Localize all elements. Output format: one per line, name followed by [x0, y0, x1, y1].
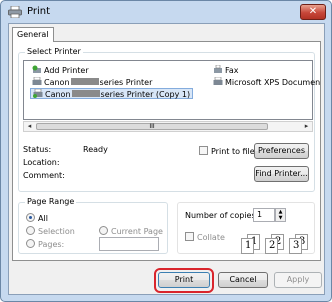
comment-label: Comment: [23, 171, 65, 180]
current-page-label: Current Page [111, 227, 163, 236]
page-range-label: Page Range [25, 197, 77, 206]
radio-icon[interactable] [26, 239, 35, 248]
dialog-body: General Select Printer Add Printer Canon… [8, 23, 325, 295]
pages-label: Pages: [38, 240, 65, 249]
all-label: All [38, 214, 48, 223]
location-label: Location: [23, 158, 60, 167]
selection-label: Selection [38, 227, 75, 236]
copies-spinner[interactable]: ▲ ▼ [275, 208, 286, 222]
printer-list[interactable]: Add Printer Canon series Printer Canon ser… [23, 60, 320, 120]
collate-page-icon: 1 [241, 238, 254, 254]
radio-icon[interactable] [26, 226, 35, 235]
printer-name: Add Printer [44, 66, 89, 75]
scroll-grip-icon: III [149, 123, 155, 130]
redacted-model [70, 78, 99, 85]
copies-input[interactable]: 1 [253, 208, 275, 222]
copies-value: 1 [257, 210, 263, 219]
close-icon: ✕ [308, 6, 318, 17]
pages-radio[interactable]: Pages: [26, 239, 64, 249]
title-bar[interactable]: Print ✕ [1, 1, 331, 23]
print-dialog: Print ✕ General Select Printer Add Print… [0, 0, 332, 302]
status-label: Status: [23, 145, 52, 154]
printer-item-canon[interactable]: Canon series Printer [32, 77, 152, 88]
preferences-button[interactable]: Preferences [254, 143, 309, 159]
general-tab-panel: Select Printer Add Printer Canon series P… [12, 41, 321, 261]
printer-item-canon-copy-1[interactable]: Canon series Printer (Copy 1) [30, 88, 194, 99]
find-printer-button[interactable]: Find Printer... [254, 166, 309, 182]
print-to-file-label: Print to file [211, 147, 255, 156]
selection-radio[interactable]: Selection [26, 226, 75, 236]
print-button[interactable]: Print [158, 272, 210, 288]
scroll-right-icon[interactable]: ▸ [301, 122, 312, 131]
printer-name-suffix: series Printer (Copy 1) [100, 90, 191, 99]
collate-checkbox[interactable]: Collate [185, 232, 225, 242]
printer-icon [213, 77, 223, 85]
status-value: Ready [83, 145, 108, 154]
print-to-file-check-icon[interactable] [199, 146, 208, 155]
cancel-button[interactable]: Cancel [218, 272, 268, 288]
printer-name-prefix: Canon [44, 78, 70, 87]
redacted-model [71, 90, 100, 97]
pages-input[interactable] [99, 237, 159, 251]
fax-icon [214, 65, 222, 73]
apply-button[interactable]: Apply [274, 272, 322, 288]
printer-item-fax[interactable]: Fax [213, 65, 239, 76]
radio-icon[interactable] [99, 226, 108, 235]
printer-name-suffix: series Printer [99, 78, 153, 87]
printer-item-add-printer[interactable]: Add Printer [32, 65, 89, 76]
printer-name-prefix: Canon [45, 90, 71, 99]
add-printer-icon [32, 65, 41, 73]
tab-general[interactable]: General [12, 27, 54, 42]
printer-icon [32, 77, 42, 85]
select-printer-label: Select Printer [25, 47, 83, 56]
all-radio[interactable]: All [26, 213, 48, 223]
scroll-left-icon[interactable]: ◂ [24, 122, 35, 131]
current-page-radio[interactable]: Current Page [99, 226, 163, 236]
printer-icon [8, 6, 22, 18]
collate-check-icon[interactable] [185, 232, 194, 241]
scroll-thumb[interactable]: III [36, 123, 268, 130]
radio-selected-icon[interactable] [26, 213, 35, 222]
printer-name: Microsoft XPS Documen [225, 78, 321, 87]
spin-down-icon[interactable]: ▼ [276, 215, 285, 221]
collate-label: Collate [197, 233, 225, 242]
printer-icon [33, 89, 43, 98]
print-to-file-checkbox[interactable]: Print to file [199, 146, 255, 156]
copies-label: Number of copies: [185, 211, 259, 220]
window-title: Print [27, 6, 51, 17]
printer-name: Fax [225, 66, 239, 75]
collate-illustration: 1 1 2 2 3 3 [241, 234, 313, 256]
close-button[interactable]: ✕ [300, 4, 326, 20]
collate-page-icon: 3 [289, 238, 302, 254]
printer-item-microsoft-xps[interactable]: Microsoft XPS Documen [213, 77, 320, 88]
collate-page-icon: 2 [265, 238, 278, 254]
printer-list-scrollbar[interactable]: ◂ III ▸ [23, 121, 313, 132]
